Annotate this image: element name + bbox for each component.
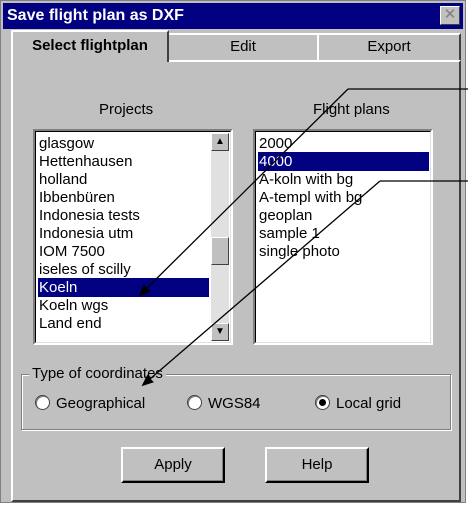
list-item[interactable]: single photo [258,242,340,261]
window-title: Save flight plan as DXF [7,7,184,24]
list-item[interactable]: Hettenhausen [38,152,132,171]
projects-label: Projects [99,101,154,118]
list-item[interactable]: Ibbenbüren [38,188,115,207]
radio-wgs84[interactable]: WGS84 [187,394,261,414]
list-item[interactable]: IOM 7500 [38,242,105,261]
radio-local-grid[interactable]: Local grid [315,394,401,414]
list-item[interactable]: geoplan [258,206,312,225]
projects-list[interactable]: glasgow Hettenhausen holland Ibbenbüren … [33,129,233,345]
list-item[interactable]: holland [38,170,87,189]
close-icon: ✕ [443,6,457,23]
list-item[interactable]: 2000 [258,134,292,153]
list-item[interactable]: iseles of scilly [38,260,131,279]
radio-circle-icon [35,395,50,410]
tab-label: Edit [230,38,256,55]
flightplans-label: Flight plans [313,101,390,118]
list-item[interactable]: Koeln wgs [38,296,108,315]
help-button[interactable]: Help [265,447,369,483]
tab-select-flightplan[interactable]: Select flightplan [11,30,169,62]
list-item-selected[interactable]: Koeln [38,278,209,297]
arrow-up-icon: ▲ [215,136,225,147]
tab-edit[interactable]: Edit [167,33,319,61]
scroll-down-button[interactable]: ▼ [211,323,229,341]
arrow-down-icon: ▼ [215,326,225,337]
scroll-up-button[interactable]: ▲ [211,133,229,151]
projects-scrollbar[interactable]: ▲ ▼ [211,133,229,341]
list-item[interactable]: glasgow [38,134,94,153]
radio-geographical[interactable]: Geographical [35,394,145,414]
list-item[interactable]: A-koln with bg [258,170,353,189]
title-bar: Save flight plan as DXF ✕ [3,3,463,29]
dialog-window: Save flight plan as DXF ✕ Select flightp… [0,0,466,503]
list-item[interactable]: Land end [38,314,102,333]
list-item-selected[interactable]: 4000 [258,152,429,171]
scroll-thumb[interactable] [211,237,229,265]
radio-label: Local grid [336,395,402,412]
radio-label: Geographical [56,395,146,412]
close-button[interactable]: ✕ [440,6,460,25]
list-item[interactable]: sample 1 [258,224,320,243]
radio-label: WGS84 [208,395,261,412]
tab-label: Export [367,38,411,55]
flightplans-list[interactable]: 2000 4000 A-koln with bg A-templ with bg… [253,129,433,345]
tab-label: Select flightplan [32,37,148,54]
list-item[interactable]: Indonesia utm [38,224,133,243]
list-item[interactable]: Indonesia tests [38,206,140,225]
apply-button[interactable]: Apply [121,447,225,483]
radio-checked-icon [315,395,330,410]
coordinates-group-label: Type of coordinates [29,365,166,382]
list-item[interactable]: A-templ with bg [258,188,362,207]
radio-circle-icon [187,395,202,410]
tab-export[interactable]: Export [317,33,461,61]
